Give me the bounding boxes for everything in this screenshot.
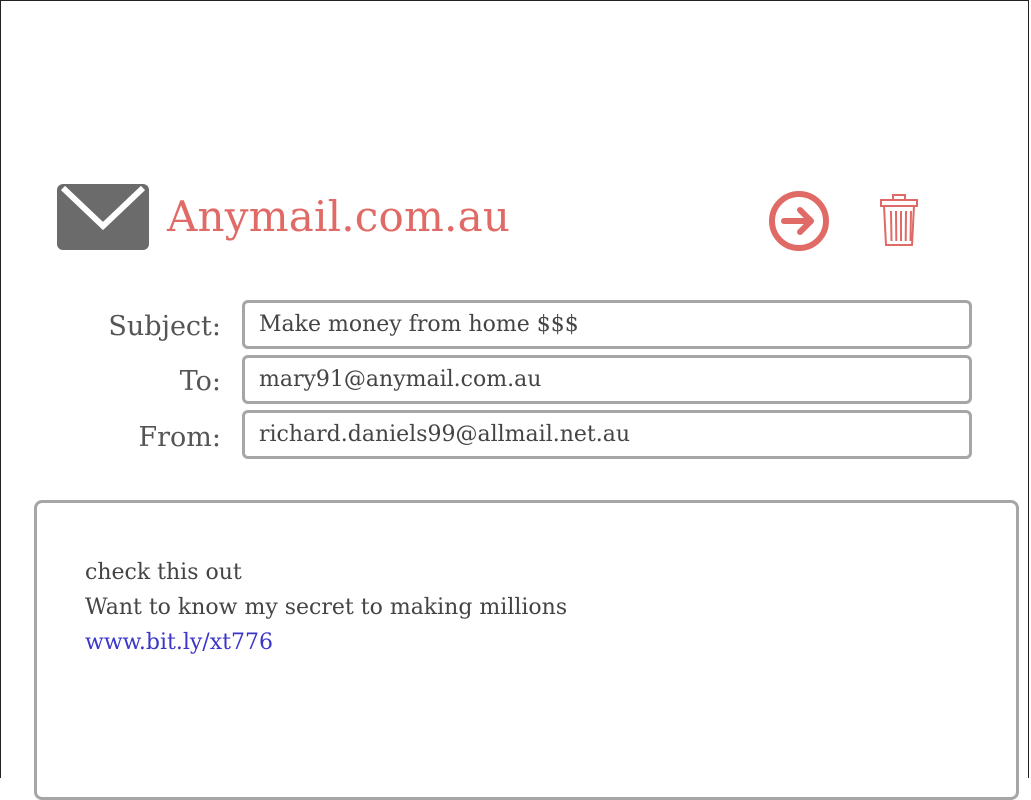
subject-label: Subject: (1, 307, 221, 347)
email-compose-window: Anymail.com.au Subject: To: From: (0, 0, 1029, 778)
from-field-box (242, 410, 972, 459)
to-input[interactable] (259, 358, 961, 401)
trash-icon (881, 195, 917, 245)
to-field-box (242, 355, 972, 404)
from-label: From: (1, 418, 221, 458)
subject-field-box (242, 300, 972, 349)
from-input[interactable] (259, 413, 961, 456)
brand-title: Anymail.com.au (167, 189, 510, 245)
message-line: Want to know my secret to making million… (85, 590, 567, 625)
message-link[interactable]: www.bit.ly/xt776 (85, 630, 273, 655)
message-line: check this out (85, 555, 567, 590)
message-text: check this out Want to know my secret to… (85, 555, 567, 660)
delete-button[interactable] (879, 193, 919, 247)
send-button[interactable] (768, 190, 830, 252)
to-label: To: (1, 362, 221, 402)
message-body[interactable]: check this out Want to know my secret to… (34, 500, 1019, 800)
envelope-icon (57, 184, 149, 250)
subject-input[interactable] (259, 303, 961, 346)
arrow-right-circle-icon (772, 194, 826, 248)
